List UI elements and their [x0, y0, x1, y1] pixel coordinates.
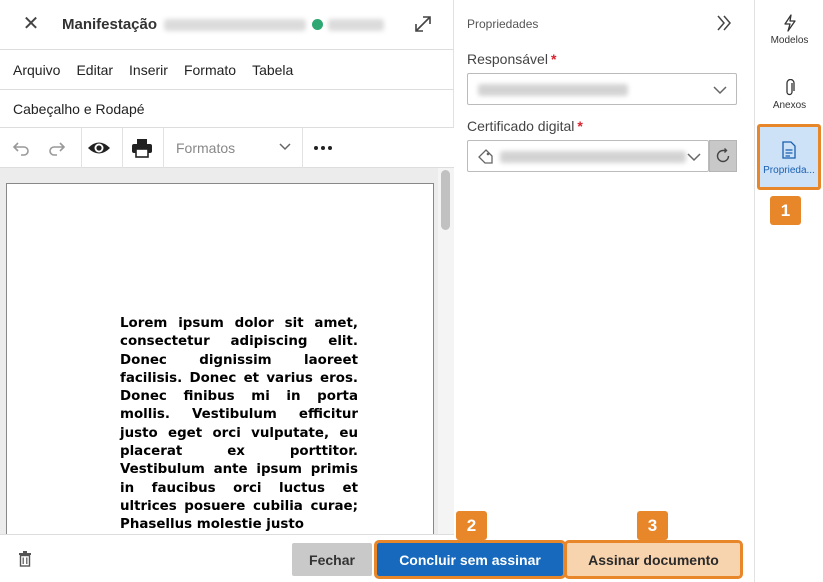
editor-titlebar: ✕ Manifestação: [0, 0, 454, 50]
document-id-redacted: [164, 19, 306, 31]
rail-item-propriedades[interactable]: Proprieda...: [757, 124, 821, 190]
properties-pane: Propriedades Responsável * Certificado di…: [454, 0, 754, 582]
responsavel-select[interactable]: [467, 73, 737, 105]
right-sidebar: Modelos Anexos Proprieda...: [754, 0, 823, 582]
tag-icon: [478, 149, 493, 164]
step-badge-1: 1: [770, 196, 801, 225]
status-dot-icon: [312, 19, 323, 30]
editor-toolbar: Formatos: [0, 128, 454, 168]
more-icon[interactable]: [311, 128, 335, 168]
certificado-label: Certificado digital *: [467, 118, 583, 134]
paperclip-icon: [785, 79, 795, 96]
rail-item-anexos[interactable]: Anexos: [755, 79, 823, 111]
document-properties-icon: [782, 141, 796, 159]
concluir-sem-assinar-button[interactable]: Concluir sem assinar: [374, 540, 566, 579]
certificado-value-redacted: [500, 151, 686, 163]
lightning-icon: [783, 14, 796, 32]
print-icon[interactable]: [128, 128, 156, 168]
chevron-down-icon: [713, 86, 727, 95]
responsavel-label: Responsável *: [467, 51, 556, 67]
document-body-text[interactable]: Lorem ipsum dolor sit amet, consectetur …: [120, 315, 358, 534]
expand-icon[interactable]: [412, 13, 434, 35]
refresh-icon[interactable]: [709, 140, 737, 172]
document-canvas: Lorem ipsum dolor sit amet, consectetur …: [0, 168, 454, 534]
undo-icon[interactable]: [8, 128, 34, 168]
document-title: Manifestação: [62, 16, 158, 33]
formats-label: Formatos: [176, 140, 236, 156]
collapse-panel-icon[interactable]: [716, 14, 732, 37]
document-page[interactable]: Lorem ipsum dolor sit amet, consectetur …: [6, 183, 434, 534]
responsavel-value-redacted: [478, 84, 628, 96]
menu-inserir[interactable]: Inserir: [129, 62, 168, 78]
redo-icon[interactable]: [44, 128, 70, 168]
required-mark: *: [550, 51, 557, 67]
step-badge-3: 3: [637, 511, 668, 540]
certificado-select[interactable]: [467, 140, 709, 172]
scrollbar-thumb[interactable]: [441, 170, 450, 230]
menu-cabecalho-rodape[interactable]: Cabeçalho e Rodapé: [13, 101, 145, 117]
rail-label-modelos: Modelos: [770, 35, 809, 46]
chevron-down-icon: [687, 153, 701, 162]
step-badge-2: 2: [456, 511, 487, 540]
fechar-button[interactable]: Fechar: [292, 543, 372, 576]
editor-pane: ✕ Manifestação Arquivo Editar Inserir Fo…: [0, 0, 454, 582]
required-mark: *: [577, 118, 583, 134]
status-text-redacted: [328, 19, 384, 31]
menu-arquivo[interactable]: Arquivo: [13, 62, 60, 78]
responsavel-label-text: Responsável: [467, 51, 548, 67]
close-icon[interactable]: ✕: [20, 13, 42, 35]
menu-tabela[interactable]: Tabela: [252, 62, 293, 78]
assinar-documento-button[interactable]: Assinar documento: [564, 540, 743, 579]
editor-menubar: Arquivo Editar Inserir Formato Tabela: [0, 50, 454, 90]
rail-label-anexos: Anexos: [772, 100, 807, 111]
menu-editar[interactable]: Editar: [76, 62, 113, 78]
preview-eye-icon[interactable]: [86, 128, 112, 168]
certificado-label-text: Certificado digital: [467, 118, 575, 134]
formats-dropdown[interactable]: Formatos: [164, 128, 302, 168]
rail-label-propriedades: Proprieda...: [763, 165, 815, 176]
chevron-down-icon: [279, 143, 291, 151]
properties-heading: Propriedades: [467, 17, 539, 31]
trash-icon[interactable]: [18, 551, 32, 572]
rail-item-modelos[interactable]: Modelos: [755, 14, 823, 46]
menu-formato[interactable]: Formato: [184, 62, 236, 78]
editor-menubar-secondary: Cabeçalho e Rodapé: [0, 90, 454, 128]
